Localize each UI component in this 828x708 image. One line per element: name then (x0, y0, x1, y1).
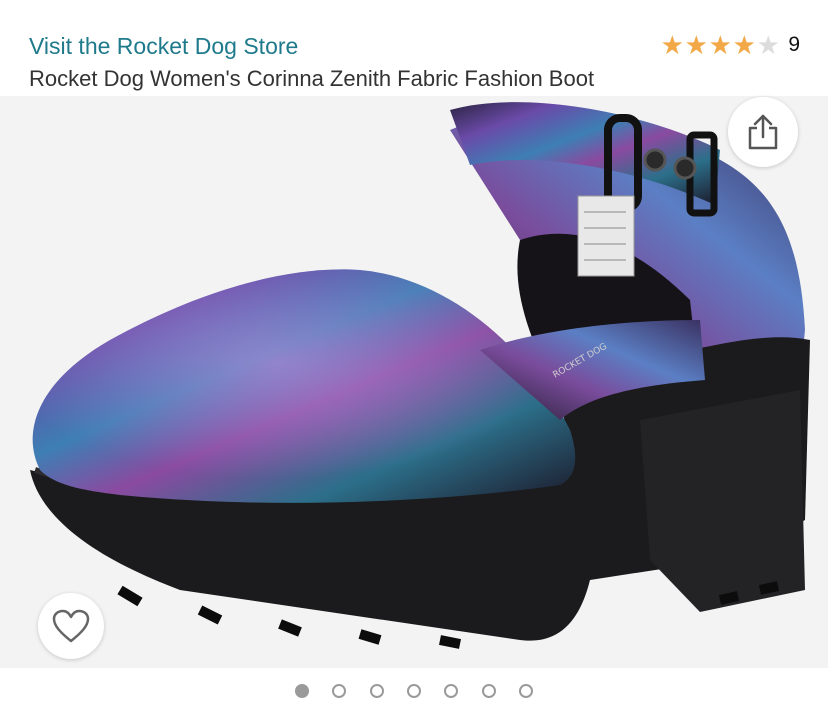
shoe-image: ROCKET DOG (30, 102, 810, 649)
rating-stars: ★ ★ ★ ★ ★ (660, 32, 780, 58)
star-icon: ★ (660, 30, 684, 60)
heart-icon (52, 609, 90, 643)
pagination-dot[interactable] (444, 684, 458, 698)
gallery-pagination (0, 668, 828, 708)
product-title: Rocket Dog Women's Corinna Zenith Fabric… (29, 66, 595, 91)
wishlist-button[interactable] (38, 593, 104, 659)
pagination-dot[interactable] (295, 684, 309, 698)
star-icon: ★ (732, 30, 756, 60)
pagination-dot[interactable] (370, 684, 384, 698)
rating[interactable]: ★ ★ ★ ★ ★ 9 (660, 32, 800, 58)
product-header: Visit the Rocket Dog Store ★ ★ ★ ★ ★ 9 R… (0, 0, 828, 96)
pagination-dot[interactable] (407, 684, 421, 698)
star-icon: ★ (684, 30, 708, 60)
rating-count[interactable]: 9 (788, 33, 800, 57)
share-icon (748, 114, 778, 150)
store-link[interactable]: Visit the Rocket Dog Store (29, 33, 298, 60)
star-icon: ★ (708, 30, 732, 60)
pagination-dot[interactable] (519, 684, 533, 698)
share-button[interactable] (728, 97, 798, 167)
pagination-dot[interactable] (482, 684, 496, 698)
star-icon: ★ (756, 30, 780, 60)
product-image[interactable]: ROCKET DOG (0, 96, 828, 668)
pagination-dot[interactable] (332, 684, 346, 698)
